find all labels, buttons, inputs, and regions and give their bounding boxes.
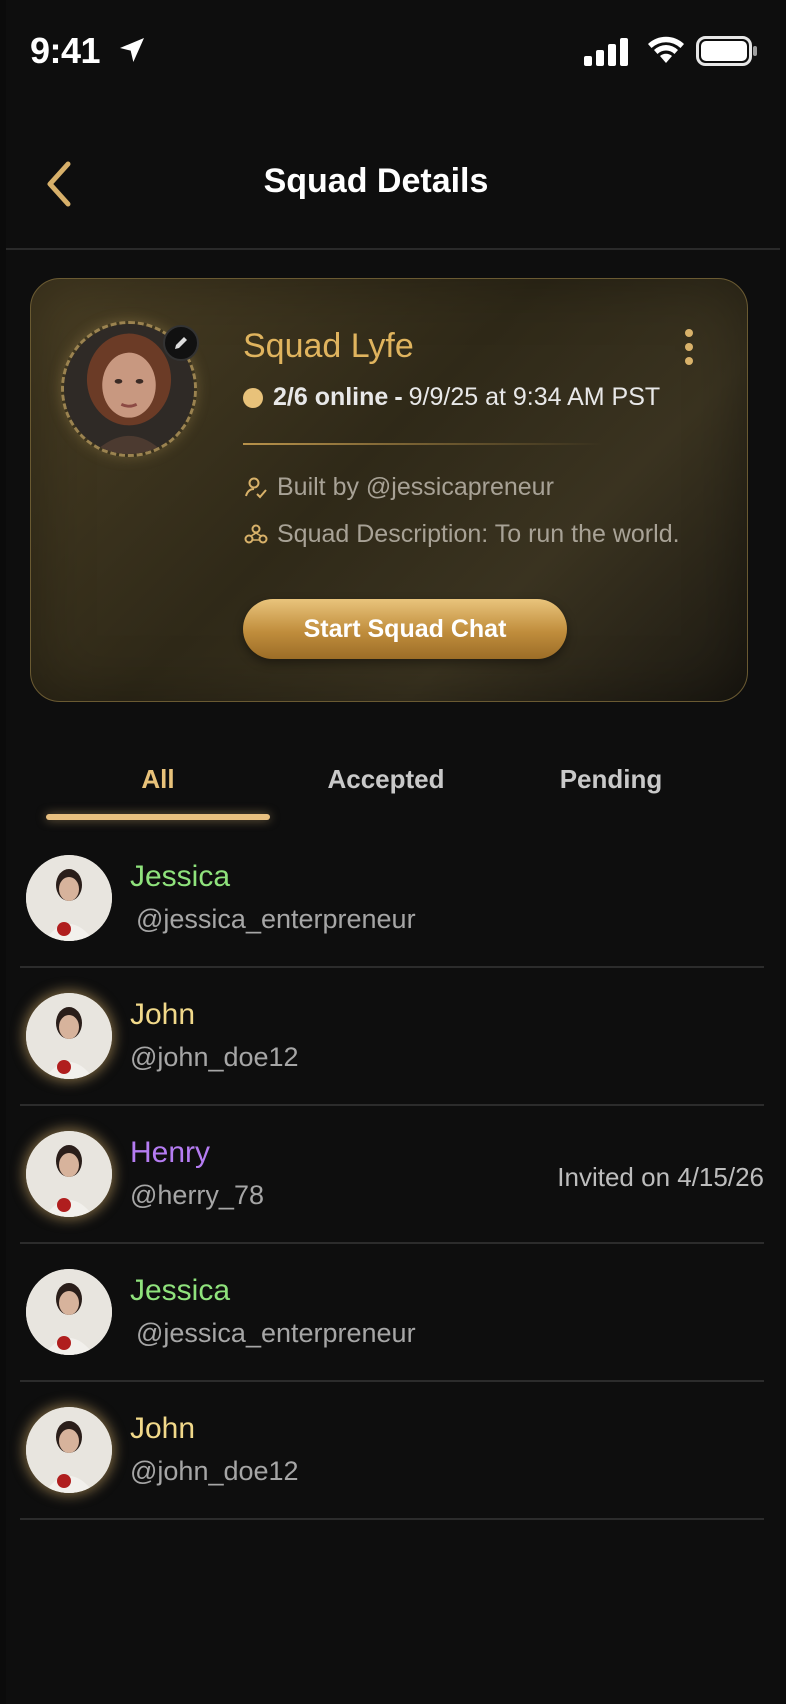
member-handle: @jessica_enterpreneur xyxy=(136,904,416,934)
phone-screen: 9:41 Squad Details Squad Lyfe 2/6 online… xyxy=(6,0,780,1704)
squad-name: Squad Lyfe xyxy=(243,327,414,365)
user-check-icon xyxy=(245,477,267,498)
avatar xyxy=(26,855,112,941)
member-tabs: All Accepted Pending xyxy=(6,756,780,826)
member-handle: @john_doe12 xyxy=(130,1042,299,1072)
start-squad-chat-button[interactable]: Start Squad Chat xyxy=(243,599,567,659)
member-name: Jessica xyxy=(130,860,231,893)
member-list: Jessica @jessica_enterpreneur John @john… xyxy=(20,830,764,1520)
cellular-signal-icon xyxy=(584,38,628,66)
avatar xyxy=(26,1131,112,1217)
pencil-icon xyxy=(175,337,187,349)
wifi-icon xyxy=(648,36,684,63)
battery-icon xyxy=(696,36,757,66)
member-name: Jessica xyxy=(130,1274,231,1307)
built-by-text: Built by @jessicapreneur xyxy=(277,473,554,501)
status-time: 9:41 xyxy=(30,30,101,71)
member-name: Henry xyxy=(130,1136,211,1169)
online-dot-icon xyxy=(243,387,263,408)
built-by-row: Built by @jessicapreneur xyxy=(243,473,554,502)
page-title: Squad Details xyxy=(263,162,489,200)
card-divider xyxy=(243,443,603,445)
tab-accepted[interactable]: Accepted xyxy=(266,764,506,795)
description-text: Squad Description: To run the world. xyxy=(277,520,680,548)
invite-status: Invited on 4/15/26 xyxy=(557,1162,764,1192)
member-handle: @john_doe12 xyxy=(130,1456,299,1486)
tab-pending[interactable]: Pending xyxy=(496,764,726,795)
location-arrow-icon xyxy=(120,38,144,62)
online-status: 2/6 online - 9/9/25 at 9:34 AM PST xyxy=(243,383,660,412)
more-vertical-icon[interactable] xyxy=(681,327,697,367)
member-name: John xyxy=(130,1412,196,1445)
list-item[interactable]: Henry @herry_78 Invited on 4/15/26 xyxy=(20,1106,764,1244)
member-name: John xyxy=(130,998,196,1031)
app-header: Squad Details xyxy=(6,130,780,250)
online-count: 2/6 online xyxy=(273,383,389,411)
squad-card: Squad Lyfe 2/6 online - 9/9/25 at 9:34 A… xyxy=(30,278,748,702)
member-handle: @herry_78 xyxy=(130,1180,264,1210)
last-active: 9/9/25 at 9:34 AM PST xyxy=(408,383,661,411)
list-item[interactable]: Jessica @jessica_enterpreneur xyxy=(20,1244,764,1382)
squad-group-icon xyxy=(244,524,268,543)
list-item[interactable]: John @john_doe12 xyxy=(20,1382,764,1520)
tab-all[interactable]: All xyxy=(46,764,270,795)
edit-avatar-button[interactable] xyxy=(163,325,199,361)
member-handle: @jessica_enterpreneur xyxy=(136,1318,416,1348)
list-item[interactable]: John @john_doe12 xyxy=(20,968,764,1106)
avatar xyxy=(26,1407,112,1493)
online-separator: - xyxy=(394,383,403,411)
status-bar: 9:41 xyxy=(6,0,780,100)
description-row: Squad Description: To run the world. xyxy=(243,520,680,549)
avatar xyxy=(26,1269,112,1355)
list-item[interactable]: Jessica @jessica_enterpreneur xyxy=(20,830,764,968)
tab-selected-indicator xyxy=(46,814,270,820)
avatar xyxy=(26,993,112,1079)
